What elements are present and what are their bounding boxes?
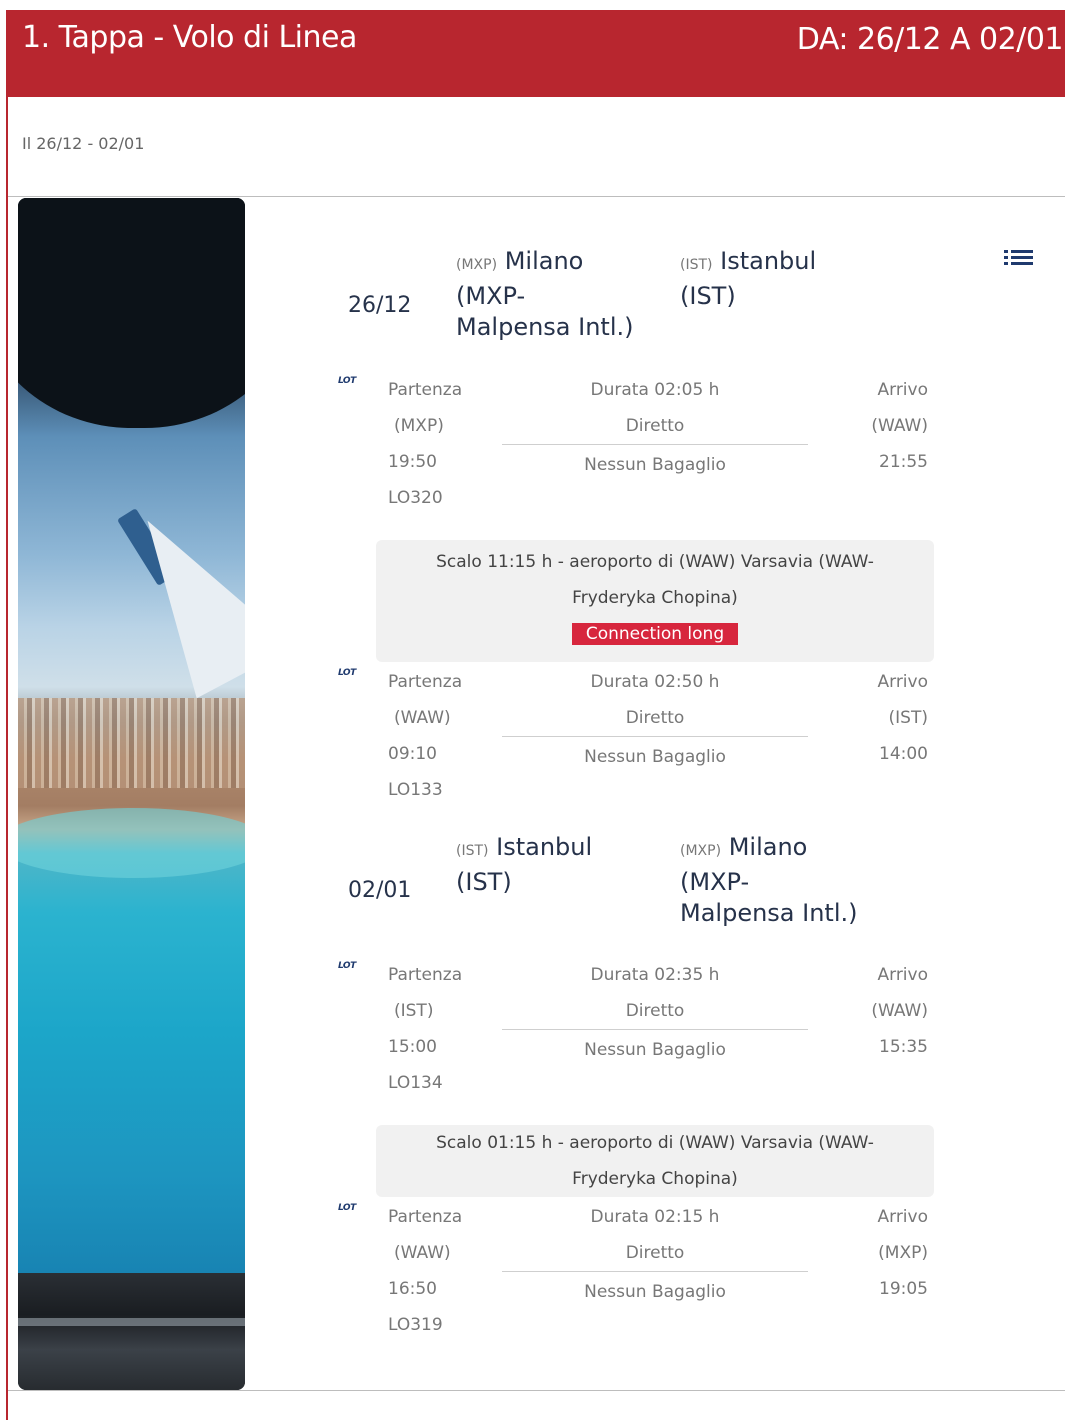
connection-badge: Connection long (571, 623, 739, 645)
arrival-info: Arrivo (MXP) 19:05 (878, 1199, 929, 1307)
flight-number: LO319 (388, 1315, 443, 1335)
arrival-info: Arrivo (IST) 14:00 (878, 664, 929, 772)
origin: (IST) Istanbul (IST) (456, 832, 646, 898)
origin-code: (MXP) (456, 257, 498, 273)
arrival-info: Arrivo (WAW) 21:55 (871, 372, 928, 480)
arrival-time: 15:35 (879, 1037, 928, 1057)
baggage-info: Nessun Bagaglio (584, 747, 726, 767)
departure-info: Partenza (WAW) 16:50 LO319 (388, 1199, 462, 1343)
leg-dates: DA: 26/12 A 02/01 (796, 22, 1064, 57)
arrival-label: Arrivo (877, 965, 929, 985)
layover-text: Scalo 11:15 h - aeroporto di (WAW) Varsa… (436, 552, 874, 572)
layover-box: Scalo 11:15 h - aeroporto di (WAW) Varsa… (376, 540, 934, 662)
divider (8, 1390, 1065, 1391)
departure-time: 15:00 (388, 1037, 437, 1057)
flight-summary: Durata 02:05 h Diretto Nessun Bagaglio (502, 372, 808, 485)
departure-code: (WAW) (394, 708, 451, 728)
origin: (MXP) Milano (MXP- Malpensa Intl.) (456, 246, 646, 343)
baggage-info: Nessun Bagaglio (584, 1040, 726, 1060)
arrival-time: 19:05 (879, 1279, 928, 1299)
window-band (18, 1318, 245, 1326)
departure-time: 19:50 (388, 452, 437, 472)
plane-window-sill (18, 1273, 245, 1390)
airline-logo: LOT (338, 668, 356, 678)
layover-airport: Fryderyka Chopina) (572, 588, 738, 608)
duration: Durata 02:50 h (590, 672, 720, 692)
flight-segment: LOT Partenza (MXP) 19:50 LO320 Durata 02… (338, 372, 938, 512)
card-header: 1. Tappa - Volo di Linea DA: 26/12 A 02/… (8, 10, 1065, 97)
trip-date: 02/01 (348, 878, 412, 903)
departure-time: 09:10 (388, 744, 437, 764)
arrival-code: (WAW) (871, 416, 928, 436)
flight-number: LO320 (388, 488, 443, 508)
flight-type: Diretto (625, 708, 685, 728)
flight-segment: LOT Partenza (IST) 15:00 LO134 Durata 02… (338, 957, 938, 1097)
duration: Durata 02:35 h (590, 965, 720, 985)
departure-label: Partenza (388, 672, 463, 692)
flight-summary: Durata 02:35 h Diretto Nessun Bagaglio (502, 957, 808, 1070)
flight-number: LO134 (388, 1073, 443, 1093)
airline-logo: LOT (338, 376, 356, 386)
itinerary-card: 1. Tappa - Volo di Linea DA: 26/12 A 02/… (6, 10, 1065, 1420)
flight-segment: LOT Partenza (WAW) 09:10 LO133 Durata 02… (338, 664, 938, 804)
reef (18, 808, 245, 878)
flight-number: LO133 (388, 780, 443, 800)
date-range-subtitle: Il 26/12 - 02/01 (22, 134, 145, 153)
arrival-code: (WAW) (871, 1001, 928, 1021)
flight-type: Diretto (625, 1001, 685, 1021)
plane-window-frame (18, 198, 245, 428)
departure-label: Partenza (388, 965, 463, 985)
arrival-code: (MXP) (878, 1243, 928, 1263)
arrival-time: 14:00 (879, 744, 928, 764)
arrival-label: Arrivo (877, 672, 929, 692)
layover-text: Scalo 01:15 h - aeroporto di (WAW) Varsa… (436, 1133, 874, 1153)
duration: Durata 02:15 h (590, 1207, 720, 1227)
departure-info: Partenza (MXP) 19:50 LO320 (388, 372, 462, 516)
departure-label: Partenza (388, 1207, 463, 1227)
departure-code: (WAW) (394, 1243, 451, 1263)
baggage-info: Nessun Bagaglio (584, 455, 726, 475)
arrival-info: Arrivo (WAW) 15:35 (871, 957, 928, 1065)
flight-summary: Durata 02:15 h Diretto Nessun Bagaglio (502, 1199, 808, 1312)
arrival-label: Arrivo (877, 380, 929, 400)
departure-info: Partenza (WAW) 09:10 LO133 (388, 664, 462, 808)
departure-label: Partenza (388, 380, 463, 400)
destination: (IST) Istanbul (IST) (680, 246, 870, 312)
coastline-town (18, 698, 245, 788)
departure-info: Partenza (IST) 15:00 LO134 (388, 957, 462, 1101)
flight-summary: Durata 02:50 h Diretto Nessun Bagaglio (502, 664, 808, 777)
flight-type: Diretto (625, 1243, 685, 1263)
destination-photo (18, 198, 245, 1390)
layover-airport: Fryderyka Chopina) (572, 1169, 738, 1189)
baggage-info: Nessun Bagaglio (584, 1282, 726, 1302)
divider (8, 196, 1065, 197)
list-icon[interactable] (1004, 248, 1034, 268)
arrival-code: (IST) (888, 708, 928, 728)
destination-code: (IST) (680, 257, 713, 273)
layover-box: Scalo 01:15 h - aeroporto di (WAW) Varsa… (376, 1125, 934, 1197)
departure-time: 16:50 (388, 1279, 437, 1299)
flight-segment: LOT Partenza (WAW) 16:50 LO319 Durata 02… (338, 1199, 938, 1339)
origin-code: (IST) (456, 843, 489, 859)
airline-logo: LOT (338, 1203, 356, 1213)
airline-logo: LOT (338, 961, 356, 971)
destination: (MXP) Milano (MXP- Malpensa Intl.) (680, 832, 870, 929)
arrival-time: 21:55 (879, 452, 928, 472)
trip-date: 26/12 (348, 293, 412, 318)
flight-type: Diretto (625, 416, 685, 436)
leg-title: 1. Tappa - Volo di Linea (22, 20, 357, 55)
departure-code: (MXP) (394, 416, 444, 436)
duration: Durata 02:05 h (590, 380, 720, 400)
departure-code: (IST) (394, 1001, 434, 1021)
arrival-label: Arrivo (877, 1207, 929, 1227)
destination-code: (MXP) (680, 843, 722, 859)
